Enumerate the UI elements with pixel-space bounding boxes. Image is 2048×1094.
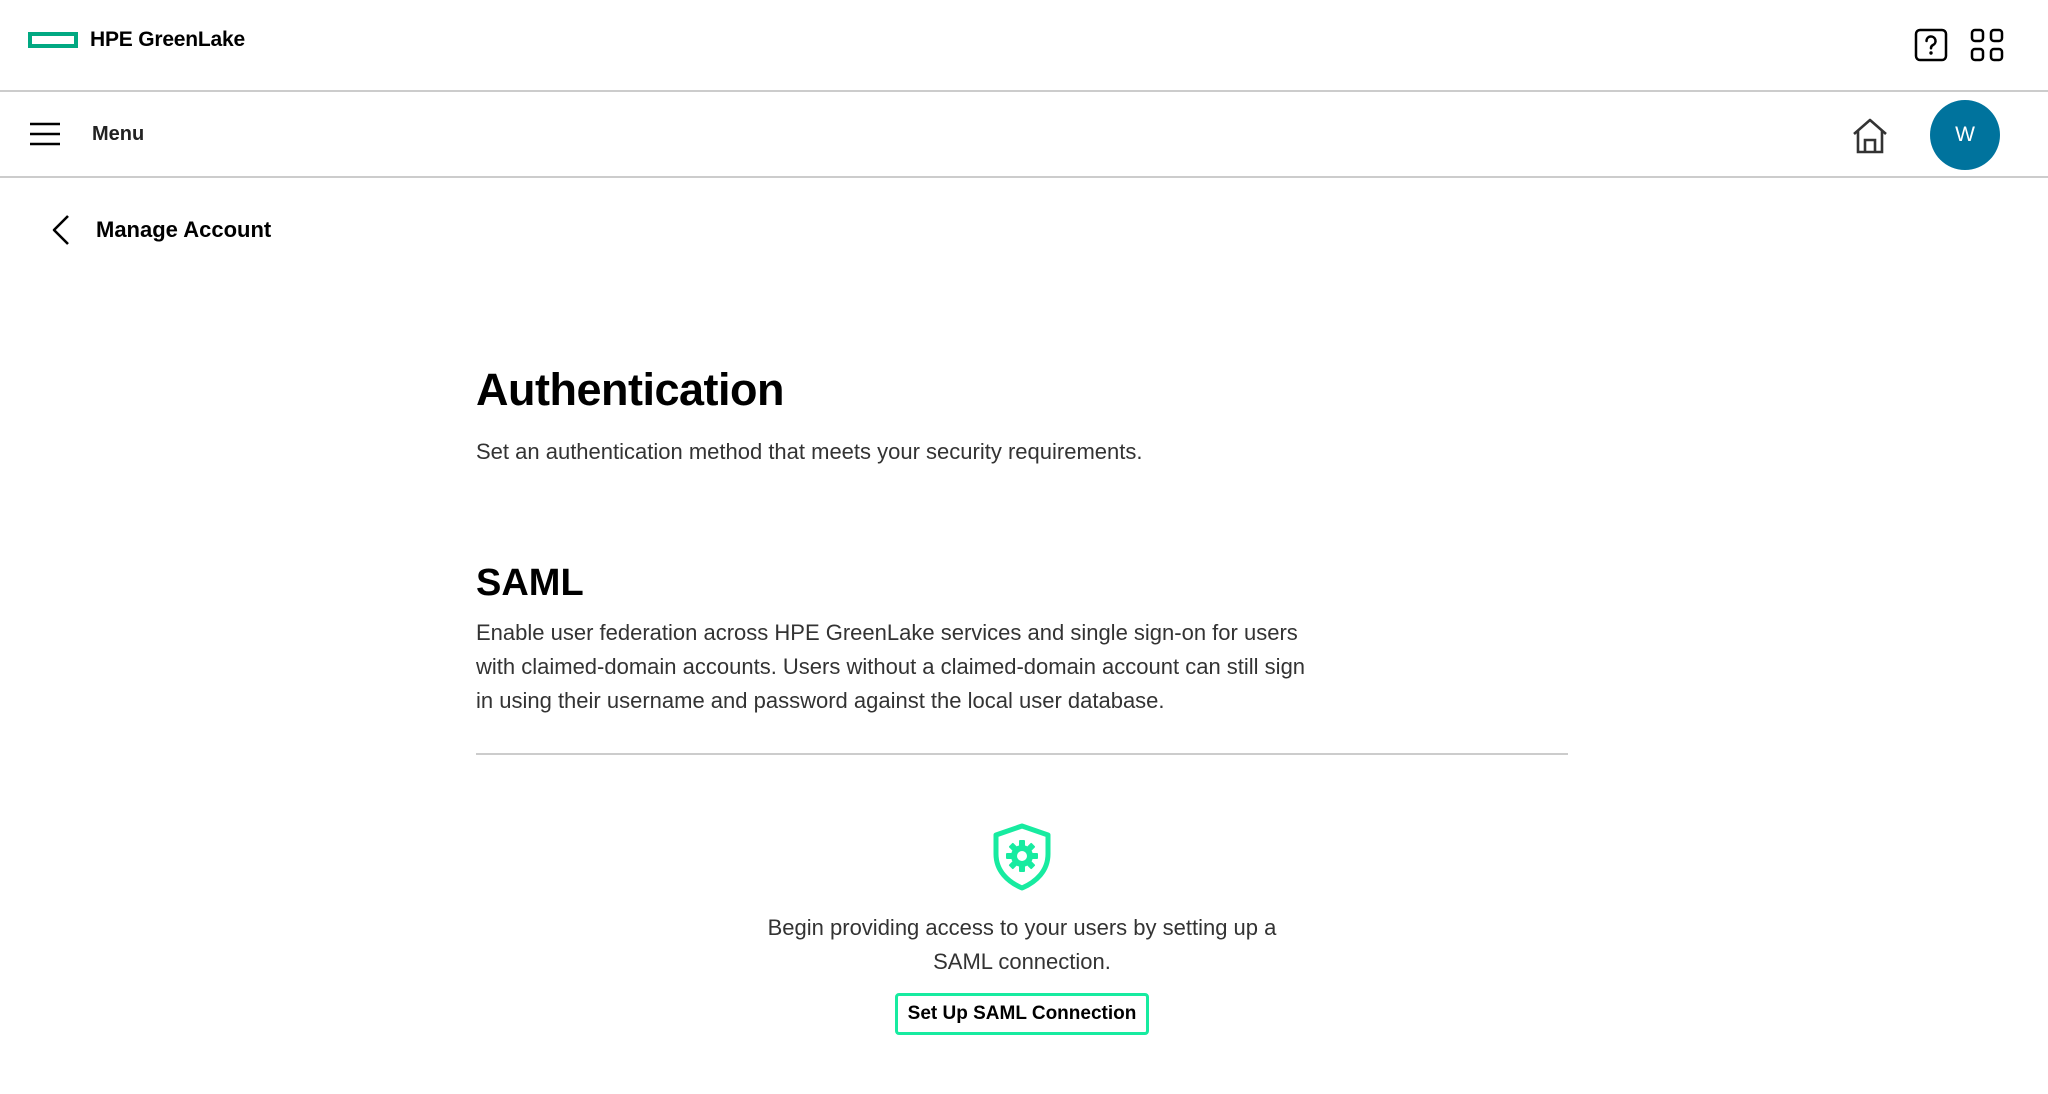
brand-name: HPE GreenLake (90, 28, 245, 51)
chevron-left-icon (52, 215, 69, 245)
top-header: HPE GreenLake (0, 0, 2048, 92)
user-avatar[interactable]: W (1930, 100, 2000, 170)
main-nav-bar: Menu W (0, 92, 2048, 178)
help-icon (1914, 28, 1948, 62)
apps-grid-icon (1970, 28, 2004, 62)
home-icon (1853, 118, 1887, 154)
saml-empty-state: Begin providing access to your users by … (476, 822, 1568, 1035)
section-divider (476, 753, 1568, 755)
main-content: Authentication Set an authentication met… (476, 360, 1568, 755)
shield-gear-icon (990, 822, 1054, 892)
saml-section-description: Enable user federation across HPE GreenL… (476, 620, 1306, 713)
set-up-saml-connection-button[interactable]: Set Up SAML Connection (894, 993, 1150, 1035)
home-button[interactable] (1850, 114, 1890, 158)
back-label: Manage Account (96, 217, 272, 242)
apps-button[interactable] (1968, 26, 2006, 64)
back-to-manage-account[interactable]: Manage Account (48, 212, 271, 248)
page-description: Set an authentication method that meets … (476, 439, 1143, 464)
avatar-initial: W (1955, 123, 1975, 146)
menu-button[interactable]: Menu (28, 116, 144, 152)
saml-empty-message: Begin providing access to your users by … (767, 915, 1277, 974)
page-title: Authentication (476, 364, 784, 415)
help-button[interactable] (1912, 26, 1950, 64)
menu-label: Menu (92, 122, 145, 145)
hpe-logo-icon (28, 32, 78, 48)
saml-section-title: SAML (476, 562, 584, 604)
brand-logo-link[interactable]: HPE GreenLake (28, 28, 245, 52)
hamburger-menu-icon (30, 122, 60, 146)
